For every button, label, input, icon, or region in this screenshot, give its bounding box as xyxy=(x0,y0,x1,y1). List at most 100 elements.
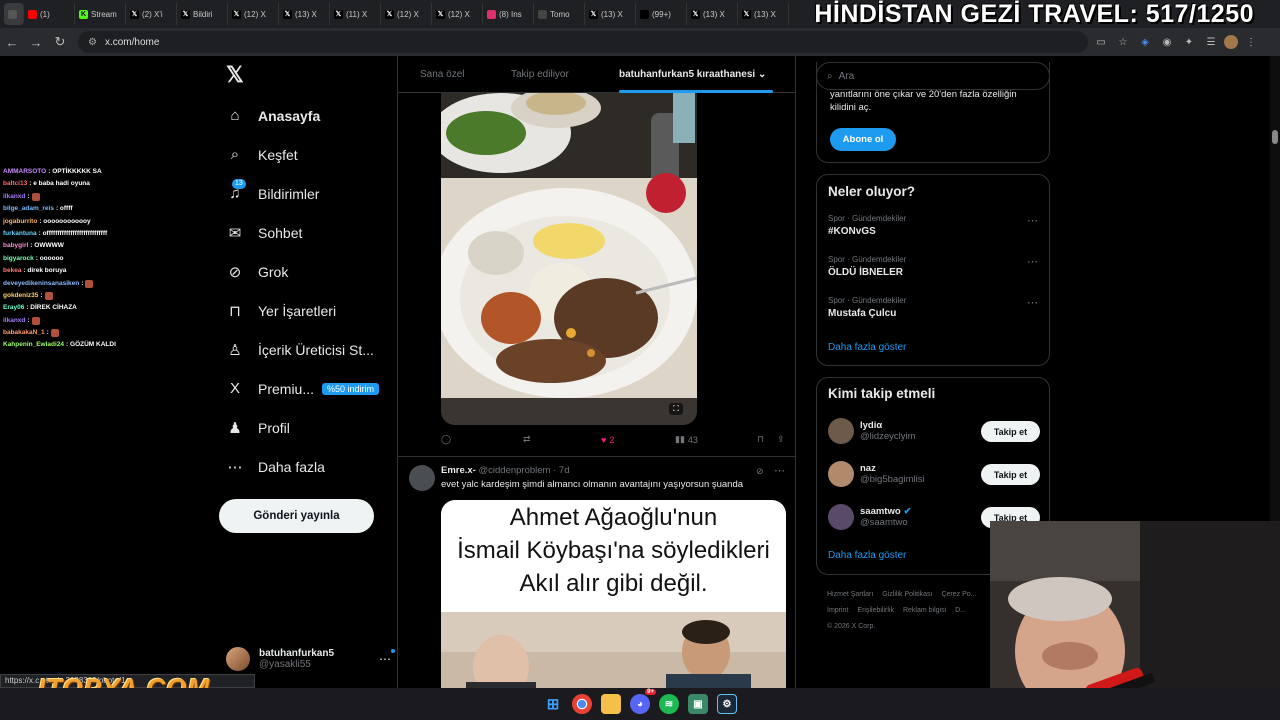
more-options-icon[interactable]: ⋯ xyxy=(379,649,395,666)
footer-link[interactable]: Hizmet Şartları xyxy=(827,591,873,598)
browser-tab[interactable]: 𝕏 (13) X xyxy=(585,3,636,25)
browser-tab[interactable]: 𝕏 (13) X xyxy=(279,3,330,25)
reading-list-icon[interactable]: ☰ xyxy=(1202,33,1220,51)
tab-following[interactable]: Takip ediliyor xyxy=(511,69,569,80)
back-icon[interactable]: ← xyxy=(0,30,24,54)
more-options-icon[interactable]: ⋯ xyxy=(1027,214,1038,227)
footer-link[interactable]: © 2026 X Corp. xyxy=(827,623,875,630)
app-icon[interactable]: ▣ xyxy=(688,694,708,714)
more-options-icon[interactable]: ⋯ xyxy=(1027,255,1038,268)
spotify-icon[interactable]: ≋ xyxy=(659,694,679,714)
puzzle-icon[interactable]: ✦ xyxy=(1180,33,1198,51)
tweet-more-icon[interactable]: ⋯ xyxy=(774,464,785,477)
browser-tab[interactable]: 𝕏 (13) X xyxy=(738,3,789,25)
site-info-icon[interactable]: ⚙ xyxy=(88,37,97,48)
reload-icon[interactable]: ↻ xyxy=(48,30,72,54)
grok-icon[interactable]: ⊘ xyxy=(756,466,764,477)
steam-icon[interactable]: ⚙ xyxy=(717,694,737,714)
footer-link[interactable]: D... xyxy=(955,607,966,614)
scrollbar-thumb[interactable] xyxy=(1272,130,1278,144)
views-button[interactable]: ▮▮ 43 xyxy=(675,434,757,445)
browser-tab[interactable]: (99+) xyxy=(636,3,687,25)
footer-link[interactable]: Reklam bilgisi xyxy=(903,607,946,614)
tweet-time[interactable]: · 7d xyxy=(553,465,569,476)
trend-item[interactable]: Spor · Gündemdekiler #KONvGS ⋯ xyxy=(828,214,1038,237)
kebab-menu-icon[interactable]: ⋮ xyxy=(1242,33,1260,51)
nav-item[interactable]: ⊓ Yer İşaretleri xyxy=(218,291,393,330)
browser-tab[interactable]: (1) xyxy=(24,3,75,25)
avatar[interactable] xyxy=(828,461,854,487)
trend-item[interactable]: Spor · Gündemdekiler Mustafa Çulcu ⋯ xyxy=(828,296,1038,319)
avatar[interactable] xyxy=(828,418,854,444)
install-icon[interactable]: ▭ xyxy=(1092,33,1110,51)
more-options-icon[interactable]: ⋯ xyxy=(1027,296,1038,309)
tab-for-you[interactable]: Sana özel xyxy=(420,69,464,80)
footer-link[interactable]: Erişilebilirlik xyxy=(857,607,894,614)
address-bar[interactable]: ⚙ x.com/home xyxy=(78,31,1088,53)
nav-item[interactable]: ♟ Profil xyxy=(218,408,393,447)
browser-tab[interactable]: 𝕏 (12) X xyxy=(432,3,483,25)
trend-item[interactable]: Spor · Gündemdekiler ÖLDÜ İBNELER ⋯ xyxy=(828,255,1038,278)
follow-button[interactable]: Takip et xyxy=(981,464,1040,485)
discord-icon[interactable]: ◕ 9+ xyxy=(630,689,656,714)
show-more-follow[interactable]: Daha fazla göster xyxy=(828,550,906,561)
nav-item[interactable]: ⋯ Daha fazla xyxy=(218,447,393,486)
author-handle[interactable]: @ciddenproblem xyxy=(479,465,551,476)
x-logo-icon[interactable]: 𝕏 xyxy=(226,64,246,86)
nav-item[interactable]: ⌂ Anasayfa xyxy=(218,96,393,135)
footer-link[interactable]: İmprint xyxy=(827,607,848,614)
trend-category: Spor · Gündemdekiler xyxy=(828,214,907,223)
avatar[interactable] xyxy=(828,504,854,530)
file-explorer-icon[interactable] xyxy=(601,694,621,714)
forward-icon[interactable]: → xyxy=(24,30,48,54)
footer-link[interactable]: Gizlilik Politikası xyxy=(882,591,932,598)
share-button[interactable]: ⇪ xyxy=(777,434,785,445)
browser-tab[interactable]: 𝕏 (2) X'i xyxy=(126,3,177,25)
nav-label: Profil xyxy=(258,419,290,436)
bookmark-star-icon[interactable]: ☆ xyxy=(1114,33,1132,51)
retweet-button[interactable]: ⇄ xyxy=(523,434,601,445)
browser-tab[interactable]: (8) Ins xyxy=(483,3,534,25)
avatar[interactable] xyxy=(409,465,435,491)
browser-tab[interactable]: 𝕏 (11) X xyxy=(330,3,381,25)
nav-item[interactable]: ✉ Sohbet xyxy=(218,213,393,252)
bookmark-button[interactable]: ⊓ xyxy=(757,434,777,445)
author-name[interactable]: Emre.x- xyxy=(441,465,476,476)
browser-tab[interactable]: 𝕏 (12) X xyxy=(228,3,279,25)
follow-suggestion[interactable]: naz @big5bagimlisi Takip et xyxy=(828,458,1040,490)
nav-item[interactable]: ⊘ Grok xyxy=(218,252,393,291)
alt-text-icon[interactable]: ⛶ xyxy=(669,403,683,415)
vpn-icon[interactable]: ◉ xyxy=(1158,33,1176,51)
nav-item[interactable]: ♙ İçerik Üreticisi St... xyxy=(218,330,393,369)
browser-tab[interactable] xyxy=(4,3,24,25)
nav-item[interactable]: X Premiu... %50 indirim xyxy=(218,369,393,408)
browser-tab[interactable]: 𝕏 (13) X xyxy=(687,3,738,25)
x-icon: 𝕏 xyxy=(283,9,292,19)
account-switcher[interactable]: batuhanfurkan5 @yasakli55 ⋯ xyxy=(226,643,395,675)
browser-tab[interactable]: Tomo xyxy=(534,3,585,25)
nav-item[interactable]: ♫ 13 Bildirimler xyxy=(218,174,393,213)
post-button[interactable]: Gönderi yayınla xyxy=(219,499,374,533)
tweet-media[interactable]: Ahmet Ağaoğlu'nun İsmail Köybaşı'na söyl… xyxy=(441,500,786,696)
browser-tab[interactable]: 𝕏 Bildiri xyxy=(177,3,228,25)
profile-avatar-icon[interactable] xyxy=(1224,35,1238,49)
follow-button[interactable]: Takip et xyxy=(981,421,1040,442)
extension-icon[interactable]: ◈ xyxy=(1136,33,1154,51)
subscribe-button[interactable]: Abone ol xyxy=(830,128,896,151)
browser-tab[interactable]: 𝕏 (12) X xyxy=(381,3,432,25)
nav-label: Keşfet xyxy=(258,146,298,163)
reply-button[interactable]: ◯ xyxy=(441,434,523,445)
browser-tab[interactable]: K Stream xyxy=(75,3,126,25)
chat-text: : OPTİKKKKK SA xyxy=(48,168,102,175)
like-button[interactable]: ♥ 2 xyxy=(601,435,675,445)
footer-link[interactable]: Çerez Po... xyxy=(941,591,976,598)
tab-community[interactable]: batuhanfurkan5 kıraathanesi ⌄ xyxy=(619,69,766,80)
follow-suggestion[interactable]: lydiα @lidzeyclyim Takip et xyxy=(828,415,1040,447)
chrome-icon[interactable] xyxy=(572,694,592,714)
tweet[interactable]: Emre.x- @ciddenproblem · 7d ⊘ ⋯ evet yal… xyxy=(398,456,795,696)
show-more-trends[interactable]: Daha fazla göster xyxy=(828,342,906,353)
nav-item[interactable]: ⌕ Keşfet xyxy=(218,135,393,174)
windows-start-icon[interactable]: ⊞ xyxy=(543,694,563,714)
chat-username: bilge_adam_reis xyxy=(3,205,54,213)
tweet-photo[interactable]: ⛶ xyxy=(441,93,697,425)
